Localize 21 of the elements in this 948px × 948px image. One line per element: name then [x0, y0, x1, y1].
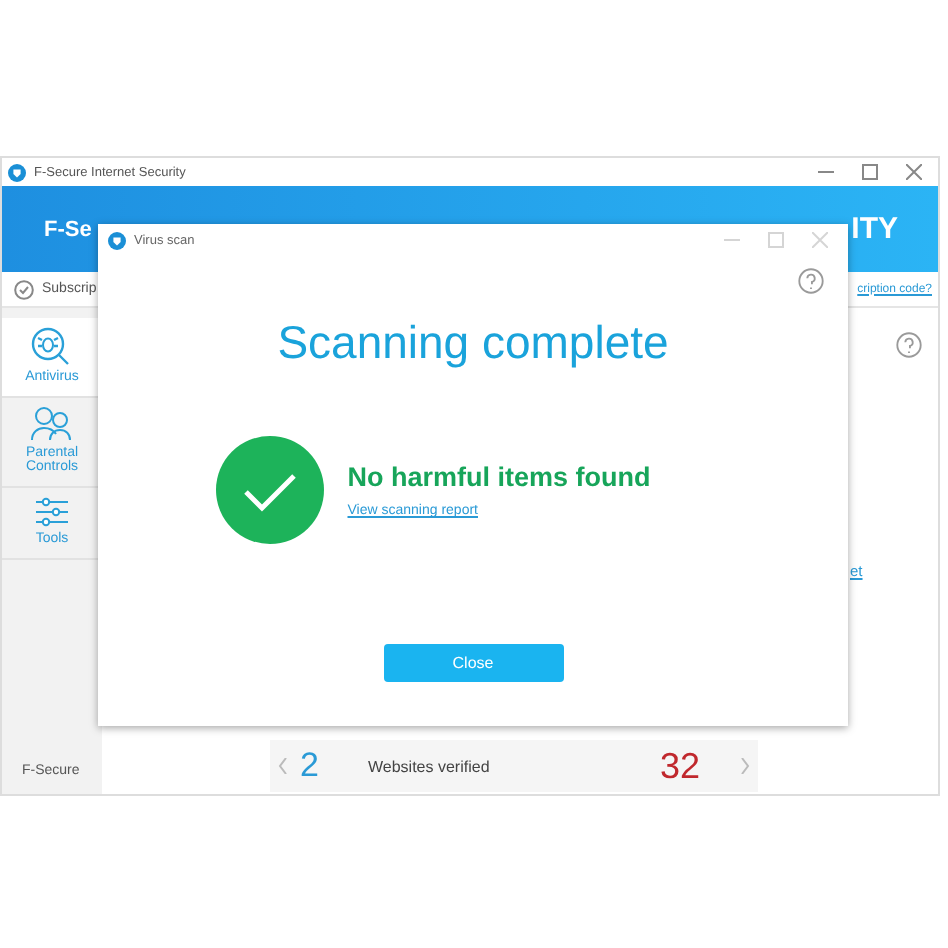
checkmark-icon — [14, 279, 34, 299]
stat-count: 32 — [659, 745, 700, 787]
chevron-right-icon[interactable] — [740, 758, 750, 774]
stat-value: 2 — [300, 746, 321, 786]
shield-icon — [8, 163, 26, 181]
maximize-icon[interactable] — [862, 164, 878, 180]
chevron-left-icon[interactable] — [278, 758, 288, 774]
scan-result: No harmful items found — [347, 462, 651, 492]
people-icon — [30, 406, 74, 442]
brand-text: F-Se — [44, 217, 92, 241]
stat-label: Websites verified — [368, 757, 492, 775]
bug-magnifier-icon — [30, 326, 74, 366]
close-button[interactable]: Close — [383, 644, 563, 682]
close-icon[interactable] — [906, 164, 922, 180]
success-check-icon — [215, 436, 324, 544]
product-name: ITY — [851, 212, 898, 246]
help-icon[interactable] — [896, 332, 922, 358]
shield-icon — [108, 231, 126, 249]
dialog-heading: Scanning complete — [277, 316, 669, 370]
sliders-icon — [34, 496, 70, 528]
help-icon[interactable] — [798, 268, 824, 294]
